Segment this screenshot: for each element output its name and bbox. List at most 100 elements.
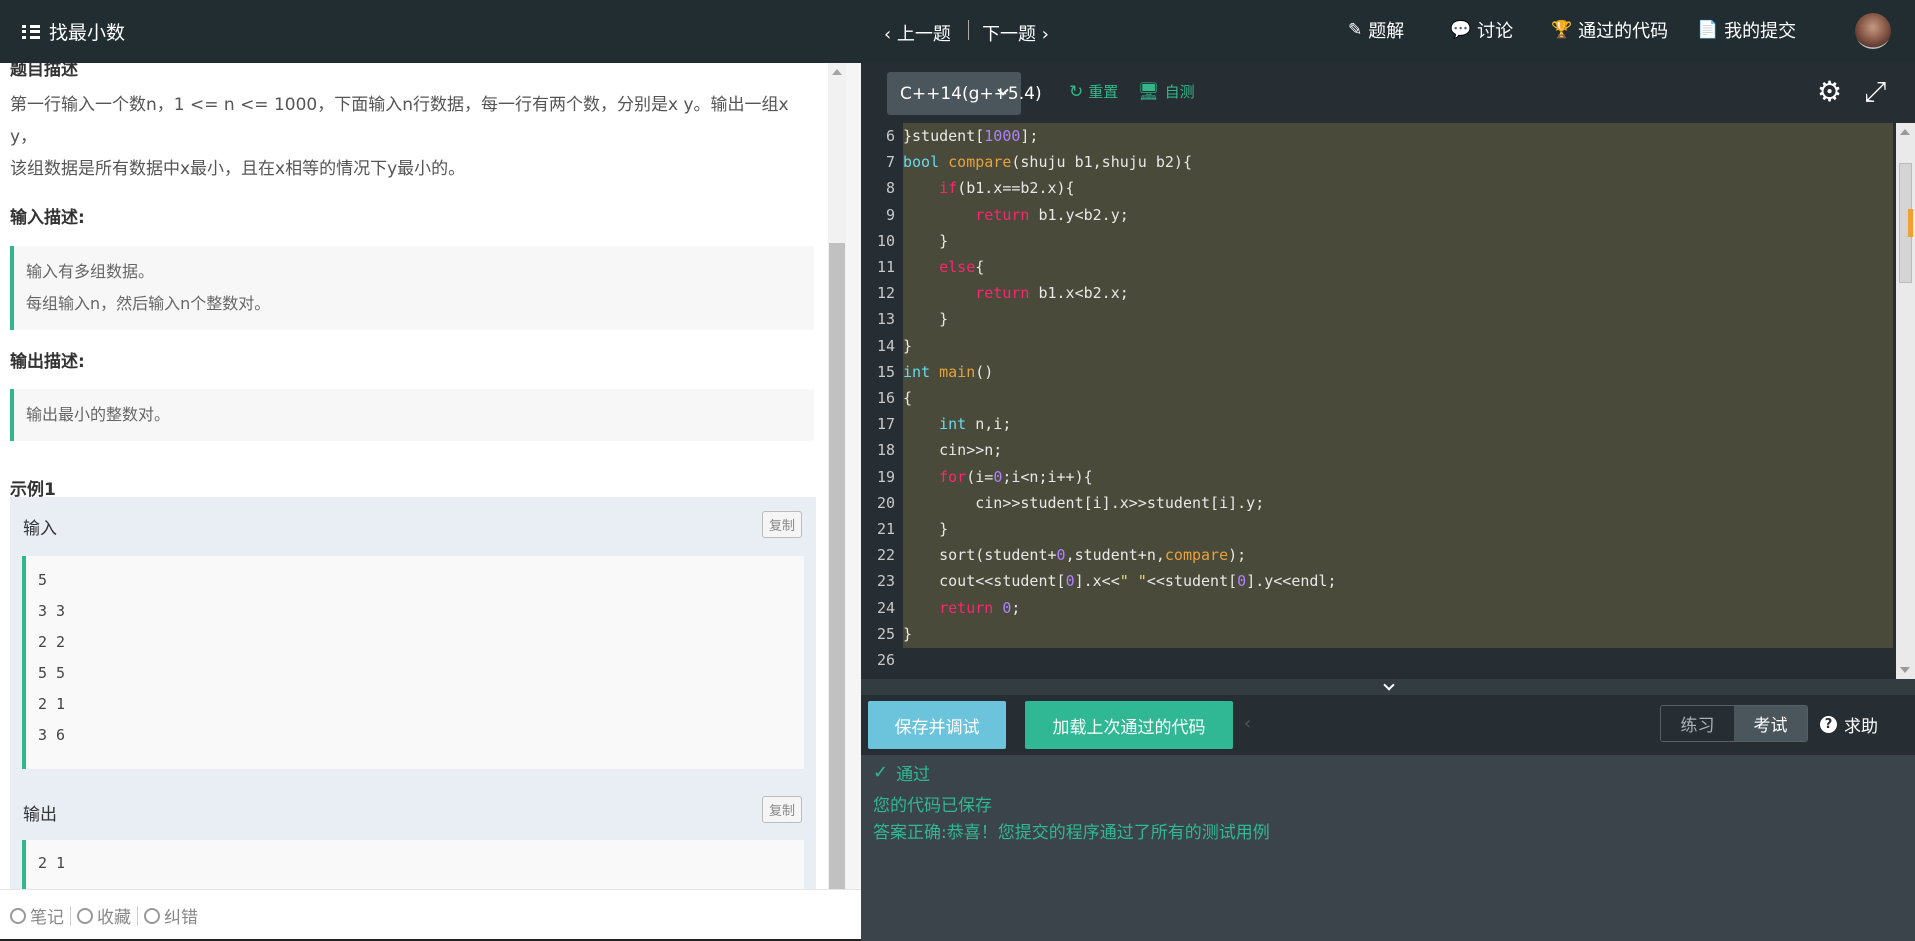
help-button[interactable]: ? 求助 — [1820, 712, 1878, 737]
code-text: { — [903, 389, 913, 407]
scroll-down-arrow-icon[interactable] — [1900, 667, 1910, 673]
code-line[interactable]: 20 cin>>student[i].x>>student[i].y; — [861, 490, 1896, 516]
list-icon[interactable] — [22, 24, 40, 39]
code-text: if(b1.x==b2.x){ — [939, 179, 1075, 198]
code-line[interactable]: 15 int main() — [861, 359, 1896, 385]
favorite-button[interactable]: 收藏 — [77, 903, 131, 928]
code-line[interactable]: 9 return b1.y<b2.y; — [861, 202, 1896, 228]
code-line[interactable]: 13 } — [861, 306, 1896, 332]
line-number: 9 — [885, 205, 895, 224]
description-line: 第一行输入一个数n，1 <= n <= 1000，下面输入n行数据，每一行有两个… — [10, 95, 789, 147]
line-number: 13 — [876, 310, 895, 329]
code-line[interactable]: 18 cin>>n; — [861, 437, 1896, 463]
trophy-icon: 🏆 — [1551, 20, 1573, 40]
code-line[interactable]: 21 } — [861, 516, 1896, 542]
code-line[interactable]: 26 — [861, 647, 1896, 673]
solution-label: 题解 — [1368, 21, 1405, 42]
passed-code-label: 通过的代码 — [1578, 21, 1669, 42]
self-test-button[interactable]: 🖥 自测 — [1138, 81, 1195, 102]
document-icon: 📄 — [1697, 20, 1719, 40]
save-and-debug-button[interactable]: 保存并调试 — [868, 701, 1006, 749]
collapse-bar[interactable] — [861, 679, 1915, 695]
code-line[interactable]: 8 if(b1.x==b2.x){ — [861, 175, 1896, 201]
input-line: 输入有多组数据。 — [26, 262, 155, 281]
passed-code-link[interactable]: 🏆 通过的代码 — [1551, 17, 1668, 43]
favorite-label: 收藏 — [97, 908, 131, 928]
code-line[interactable]: 16 { — [861, 385, 1896, 411]
code-line[interactable]: 14} — [861, 333, 1896, 359]
code-text: for(i=0;i<n;i++){ — [939, 467, 1093, 486]
line-number: 20 — [876, 493, 895, 512]
line-number: 11 — [876, 258, 895, 276]
heart-icon — [77, 907, 93, 924]
next-problem-link[interactable]: 下一题 › — [982, 20, 1049, 46]
code-line[interactable]: 11 else{ — [861, 254, 1896, 280]
example-input-line: 3 6 — [38, 726, 66, 744]
line-number: 17 — [876, 415, 895, 434]
note-button[interactable]: 笔记 — [10, 903, 64, 928]
prev-problem-link[interactable]: ‹ 上一题 — [884, 20, 951, 46]
language-value: C++14(g++5.4) — [900, 83, 1042, 104]
my-submissions-link[interactable]: 📄 我的提交 — [1697, 17, 1796, 43]
load-last-passed-button[interactable]: 加载上次通过的代码 — [1025, 701, 1233, 749]
solution-link[interactable]: ✎ 题解 — [1348, 17, 1404, 43]
line-number: 14 — [876, 336, 895, 355]
comment-icon: 💬 — [1450, 20, 1472, 40]
chevron-left-icon: ‹ — [884, 24, 897, 45]
problem-title: 找最小数 — [49, 22, 126, 44]
chevron-down-icon[interactable] — [1383, 679, 1395, 691]
code-text: int main() — [903, 362, 994, 381]
scroll-up-arrow-icon[interactable] — [832, 69, 842, 75]
code-text: cin>>n; — [903, 441, 1003, 460]
code-line[interactable]: 17 int n,i; — [861, 411, 1896, 437]
input-description: 输入有多组数据。 每组输入n，然后输入n个整数对。 — [10, 246, 814, 330]
report-label: 纠错 — [164, 908, 198, 928]
language-select[interactable]: C++14(g++5.4) — [887, 72, 1042, 115]
report-error-button[interactable]: 纠错 — [144, 903, 198, 928]
copy-output-button[interactable]: 复制 — [762, 796, 802, 823]
note-icon — [10, 907, 26, 924]
footer-divider — [70, 905, 71, 926]
code-line[interactable]: 19 for(i=0;i<n;i++){ — [861, 464, 1896, 490]
avatar[interactable] — [1855, 13, 1891, 49]
reset-button[interactable]: ↻ 重置 — [1069, 81, 1118, 102]
line-number: 6 — [885, 127, 895, 145]
chevron-right-icon: › — [1036, 24, 1049, 45]
panel-gutter — [846, 63, 861, 889]
code-line[interactable]: 25} — [861, 621, 1896, 647]
input-heading: 输入描述: — [10, 208, 85, 228]
chevron-left-icon[interactable]: ‹ — [1244, 713, 1251, 734]
code-line[interactable]: 22 sort(student+0,student+n,compare); — [861, 542, 1896, 568]
mode-toggle: 练习 考试 — [1660, 705, 1808, 742]
settings-gear-icon[interactable]: ⚙ — [1817, 77, 1847, 107]
fullscreen-icon[interactable]: ⤢ — [1864, 77, 1894, 107]
scroll-up-arrow-icon[interactable] — [1900, 129, 1910, 135]
code-line[interactable]: 24 return 0; — [861, 595, 1896, 621]
code-line[interactable]: 6}student[1000]; — [861, 123, 1896, 149]
editor-scrollbar[interactable] — [1896, 123, 1915, 679]
code-line[interactable]: 12 return b1.x<b2.x; — [861, 280, 1896, 306]
line-number: 16 — [876, 389, 895, 407]
problem-scrollbar[interactable] — [828, 63, 846, 889]
example-input-box: 5 3 3 2 2 5 5 2 1 3 6 — [22, 556, 804, 769]
line-number: 26 — [876, 651, 895, 669]
description-heading: 题目描述 — [10, 63, 78, 80]
code-editor[interactable]: 6}student[1000]; 7 bool compare(shuju b1,s… — [861, 123, 1896, 679]
code-line[interactable]: 10 } — [861, 228, 1896, 254]
code-text: cin>>student[i].x>>student[i].y; — [903, 493, 1265, 512]
code-line[interactable]: 23 cout<<student[0].x<<" "<<student[0].y… — [861, 568, 1896, 594]
example-block: 输入 复制 5 3 3 2 2 5 5 2 1 3 6 输出 复制 2 1 — [10, 497, 816, 889]
code-line[interactable]: 7 bool compare(shuju b1,shuju b2){ — [861, 149, 1896, 175]
code-text: sort(student+0,student+n,compare); — [903, 546, 1247, 565]
example-input-line: 5 5 — [38, 664, 66, 682]
copy-input-button[interactable]: 复制 — [762, 511, 802, 538]
reset-label: 重置 — [1088, 83, 1119, 101]
line-number: 25 — [876, 624, 895, 643]
practice-mode-button[interactable]: 练习 — [1661, 706, 1734, 741]
line-number: 7 — [885, 153, 895, 172]
pass-label: 通过 — [896, 765, 931, 785]
code-text: return b1.x<b2.x; — [975, 284, 1129, 303]
scrollbar-thumb[interactable] — [829, 243, 845, 889]
exam-mode-button[interactable]: 考试 — [1734, 706, 1807, 741]
discuss-link[interactable]: 💬 讨论 — [1450, 17, 1513, 43]
